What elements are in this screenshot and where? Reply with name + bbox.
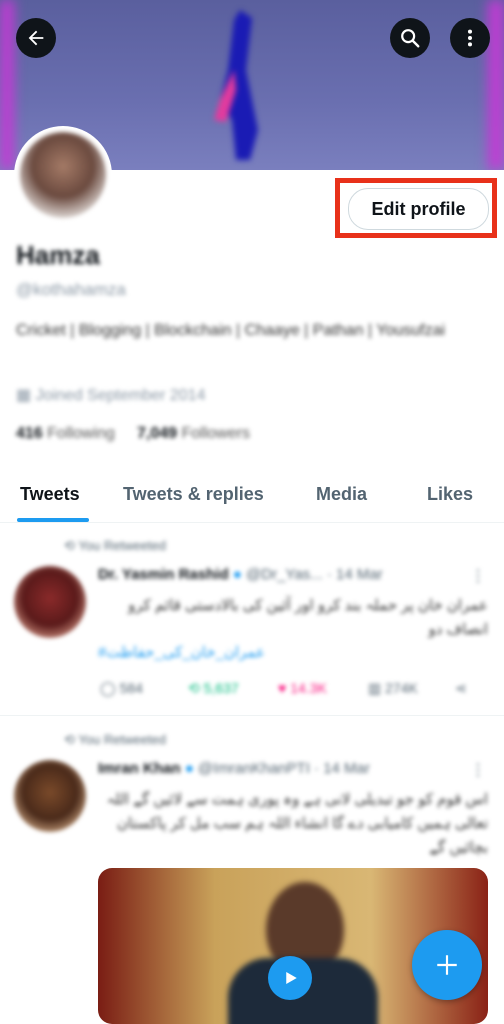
profile-bio: Cricket | Blogging | Blockchain | Chaaye… xyxy=(16,322,446,339)
tweet-meta: @Dr_Yas... · 14 Mar xyxy=(246,566,383,583)
more-button[interactable] xyxy=(450,18,490,58)
followers-label: Followers xyxy=(181,425,250,442)
tab-tweets[interactable]: Tweets xyxy=(20,484,80,505)
tweet-item[interactable]: ⟲ You Retweeted Dr. Yasmin Rashid ● @Dr_… xyxy=(0,530,504,715)
share-icon: ⋖ xyxy=(455,680,467,696)
banner-edge-right xyxy=(488,0,504,170)
retweet-label: You Retweeted xyxy=(78,538,166,553)
tweet-header: Imran Khan ● @ImranKhanPTI · 14 Mar xyxy=(98,760,370,777)
tab-tweets-replies[interactable]: Tweets & replies xyxy=(123,484,264,505)
tweet-body: عمران خان پر حملہ بند کرو اور آئین کی با… xyxy=(128,597,488,638)
retweet-indicator: ⟲ You Retweeted xyxy=(64,538,166,554)
more-vertical-icon xyxy=(467,29,473,47)
heart-icon: ♥ xyxy=(278,680,287,696)
play-icon xyxy=(286,972,297,984)
reply-icon: ◯ xyxy=(100,680,116,696)
reply-action[interactable]: ◯ 584 xyxy=(100,680,143,697)
retweet-icon: ⟲ xyxy=(188,680,200,696)
retweet-label: You Retweeted xyxy=(78,732,166,747)
tweet-author[interactable]: Dr. Yasmin Rashid xyxy=(98,566,229,583)
tweet-avatar[interactable] xyxy=(14,760,86,832)
verified-icon: ● xyxy=(184,760,194,777)
followers-link[interactable]: 7,049 Followers xyxy=(137,425,250,442)
active-tab-indicator xyxy=(17,518,89,522)
search-button[interactable] xyxy=(390,18,430,58)
tweet-meta: @ImranKhanPTI · 14 Mar xyxy=(197,760,370,777)
views-count: 274K xyxy=(385,680,418,696)
reply-count: 584 xyxy=(119,680,143,696)
joined-text: Joined September 2014 xyxy=(35,387,206,404)
arrow-left-icon xyxy=(28,30,44,46)
tweet-more-icon[interactable]: ⋮ xyxy=(470,566,486,586)
joined-date: ▦ Joined September 2014 xyxy=(16,385,205,405)
tweet-body: اس قوم کو جو تبدیلی لانی ہے وہ پوری ہمت … xyxy=(106,791,488,856)
banner-edge-left xyxy=(0,0,14,170)
retweet-indicator: ⟲ You Retweeted xyxy=(64,732,166,748)
retweet-count: 5,637 xyxy=(203,680,239,696)
tweet-hashtag[interactable]: #عمران_خان_کی_حفاظت xyxy=(98,643,265,661)
views-icon: ▥ xyxy=(368,680,382,696)
following-count: 416 xyxy=(16,425,43,442)
verified-icon: ● xyxy=(232,566,242,583)
views-action[interactable]: ▥ 274K xyxy=(368,680,418,697)
follow-stats: 416 Following 7,049 Followers xyxy=(16,425,250,443)
avatar-image xyxy=(20,132,106,218)
profile-name: Hamza xyxy=(16,240,100,270)
following-link[interactable]: 416 Following xyxy=(16,425,115,442)
retweet-small-icon: ⟲ xyxy=(64,732,75,747)
banner-figure xyxy=(214,10,258,160)
play-button[interactable] xyxy=(268,956,312,1000)
following-label: Following xyxy=(47,425,115,442)
tweet-more-icon[interactable]: ⋮ xyxy=(470,760,486,780)
back-button[interactable] xyxy=(16,18,56,58)
tweet-author[interactable]: Imran Khan xyxy=(98,760,181,777)
plus-icon xyxy=(437,955,457,975)
like-count: 14.3K xyxy=(290,680,327,696)
retweet-small-icon: ⟲ xyxy=(64,538,75,553)
tab-media[interactable]: Media xyxy=(316,484,367,505)
search-icon xyxy=(401,29,420,48)
edit-profile-button[interactable]: Edit profile xyxy=(348,188,489,230)
compose-tweet-button[interactable] xyxy=(412,930,482,1000)
tweet-divider xyxy=(0,715,504,716)
followers-count: 7,049 xyxy=(136,425,178,442)
profile-handle: @kothahamza xyxy=(16,280,126,299)
tweet-avatar[interactable] xyxy=(14,566,86,638)
tab-likes[interactable]: Likes xyxy=(427,484,473,505)
avatar[interactable] xyxy=(14,126,112,224)
share-action[interactable]: ⋖ xyxy=(455,680,467,697)
profile-tabs: Tweets Tweets & replies Media Likes xyxy=(0,470,504,523)
calendar-icon: ▦ xyxy=(16,387,32,404)
retweet-action[interactable]: ⟲ 5,637 xyxy=(188,680,239,697)
tweet-header: Dr. Yasmin Rashid ● @Dr_Yas... · 14 Mar xyxy=(98,566,383,583)
like-action[interactable]: ♥ 14.3K xyxy=(278,680,327,696)
